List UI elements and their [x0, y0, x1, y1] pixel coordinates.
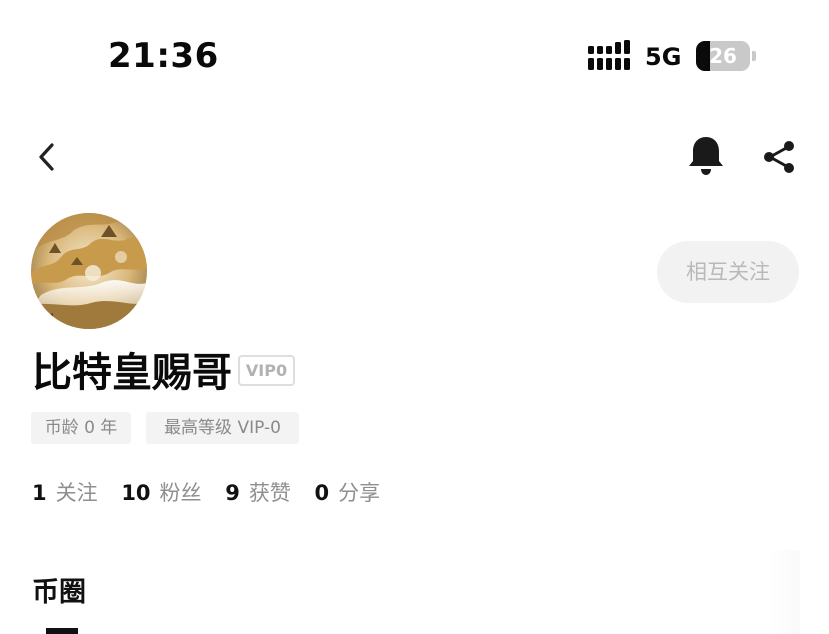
- stat-following[interactable]: 1 关注: [32, 478, 98, 508]
- avatar[interactable]: [31, 213, 147, 329]
- username: 比特皇赐哥: [32, 350, 232, 396]
- stat-likes[interactable]: 9 获赞: [225, 478, 291, 508]
- stat-followers-label: 粉丝: [159, 481, 202, 505]
- bell-icon[interactable]: [686, 134, 726, 178]
- share-icon[interactable]: [760, 138, 798, 176]
- section-title-coin-circle[interactable]: 币圈: [32, 574, 86, 612]
- network-type: 5G: [645, 43, 682, 71]
- stat-likes-label: 获赞: [248, 481, 291, 505]
- section-tab-indicator: [46, 628, 78, 634]
- max-level-tag: 最高等级 VIP-0: [146, 412, 299, 444]
- signal-bars-icon: [588, 40, 630, 70]
- profile-stats: 1 关注 10 粉丝 9 获赞 0 分享: [32, 478, 397, 508]
- stat-shares[interactable]: 0 分享: [315, 478, 381, 508]
- stat-followers[interactable]: 10 粉丝: [121, 478, 201, 508]
- stat-likes-count: 9: [225, 481, 240, 505]
- battery-level: 26: [709, 44, 737, 68]
- mutual-follow-button[interactable]: 相互关注: [657, 241, 799, 303]
- stat-followers-count: 10: [121, 481, 151, 505]
- stat-shares-count: 0: [314, 481, 330, 505]
- stat-shares-label: 分享: [338, 481, 381, 505]
- content-card-edge: [770, 550, 800, 634]
- chevron-left-icon[interactable]: [28, 138, 66, 176]
- vip-badge: VIP0: [238, 355, 295, 386]
- status-time: 21:36: [108, 36, 219, 76]
- coin-age-tag: 币龄 0 年: [31, 412, 131, 444]
- stat-following-label: 关注: [55, 481, 98, 505]
- battery-icon: 26: [696, 41, 756, 71]
- stat-following-count: 1: [32, 481, 47, 505]
